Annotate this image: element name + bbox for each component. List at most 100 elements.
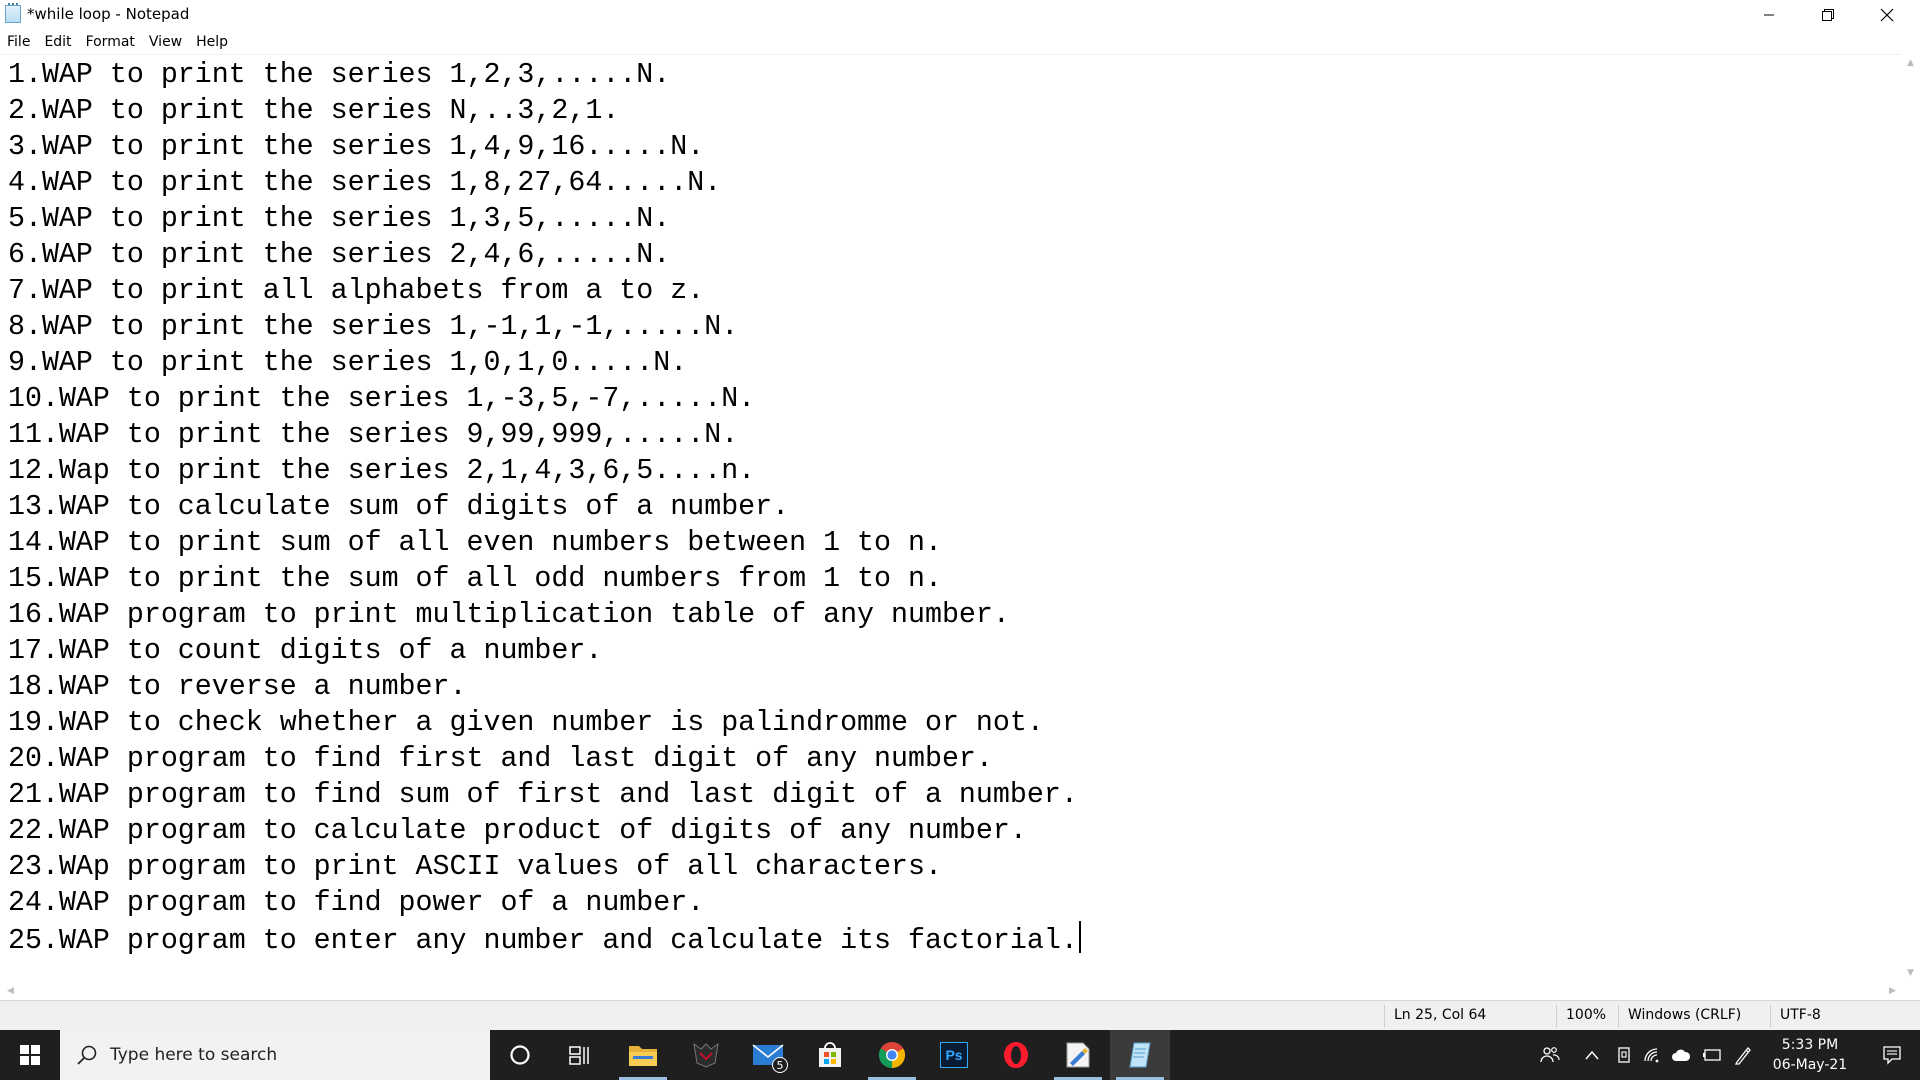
editor-line: 8.WAP to print the series 1,-1,1,-1,....… bbox=[8, 311, 739, 343]
opera-button[interactable] bbox=[986, 1030, 1046, 1080]
editor-line: 21.WAP program to find sum of first and … bbox=[8, 779, 1078, 811]
status-divider bbox=[1384, 1005, 1385, 1027]
status-bar: Ln 25, Col 64 100% Windows (CRLF) UTF-8 bbox=[0, 1000, 1920, 1030]
task-view-icon bbox=[569, 1046, 589, 1065]
editor-line-text: 25.WAP program to enter any number and c… bbox=[8, 925, 1078, 957]
microsoft-store-button[interactable] bbox=[800, 1030, 860, 1080]
editor-line: 3.WAP to print the series 1,4,9,16.....N… bbox=[8, 131, 705, 163]
horizontal-scrollbar[interactable]: ◀ ▶ bbox=[0, 981, 1901, 1000]
restore-icon bbox=[1822, 9, 1834, 21]
taskbar-clock[interactable]: 5:33 PM 06-May-21 bbox=[1760, 1030, 1860, 1080]
taskbar-search-box[interactable]: Type here to search bbox=[60, 1030, 490, 1080]
editor-line: 7.WAP to print all alphabets from a to z… bbox=[8, 275, 705, 307]
notification-icon bbox=[1883, 1046, 1901, 1065]
editor-line: 20.WAP program to find first and last di… bbox=[8, 743, 993, 775]
restore-button[interactable] bbox=[1799, 0, 1857, 30]
show-hidden-icons-button[interactable] bbox=[1580, 1030, 1604, 1080]
chrome-icon bbox=[878, 1042, 906, 1069]
status-position: Ln 25, Col 64 bbox=[1394, 1007, 1487, 1023]
menu-view[interactable]: View bbox=[142, 30, 189, 54]
editor-line: 1.WAP to print the series 1,2,3,.....N. bbox=[8, 59, 671, 91]
paint-icon bbox=[1066, 1042, 1090, 1068]
clock-date: 06-May-21 bbox=[1772, 1057, 1848, 1073]
scroll-down-icon[interactable]: ▼ bbox=[1901, 964, 1920, 981]
photoshop-icon: Ps bbox=[940, 1042, 968, 1068]
mail-button[interactable]: 5 bbox=[738, 1030, 798, 1080]
acer-predator-icon bbox=[693, 1042, 719, 1068]
close-icon bbox=[1880, 8, 1894, 22]
notepad-icon bbox=[5, 3, 21, 23]
editor-line: 17.WAP to count digits of a number. bbox=[8, 635, 603, 667]
menu-edit[interactable]: Edit bbox=[37, 30, 78, 54]
status-divider bbox=[1770, 1005, 1771, 1027]
paint-button[interactable] bbox=[1048, 1030, 1108, 1080]
editor-line: 16.WAP program to print multiplication t… bbox=[8, 599, 1010, 631]
vertical-scrollbar[interactable]: ▲ ▼ bbox=[1901, 54, 1920, 981]
minimize-button[interactable] bbox=[1740, 0, 1798, 30]
text-editor[interactable]: 1.WAP to print the series 1,2,3,.....N. … bbox=[0, 54, 1901, 982]
pen-workspace-button[interactable] bbox=[1730, 1030, 1756, 1080]
cortana-icon bbox=[510, 1045, 530, 1065]
clock-time: 5:33 PM bbox=[1781, 1037, 1839, 1053]
pen-icon bbox=[1734, 1047, 1751, 1065]
scroll-right-icon[interactable]: ▶ bbox=[1884, 981, 1901, 1000]
editor-line: 19.WAP to check whether a given number i… bbox=[8, 707, 1044, 739]
search-placeholder: Type here to search bbox=[110, 1045, 278, 1065]
editor-line: 6.WAP to print the series 2,4,6,.....N. bbox=[8, 239, 671, 271]
search-icon bbox=[76, 1044, 98, 1066]
notepad-taskbar-button[interactable] bbox=[1110, 1030, 1170, 1080]
scroll-up-icon[interactable]: ▲ bbox=[1901, 54, 1920, 71]
chrome-button[interactable] bbox=[862, 1030, 922, 1080]
file-explorer-icon bbox=[629, 1046, 657, 1066]
editor-line: 5.WAP to print the series 1,3,5,.....N. bbox=[8, 203, 671, 235]
people-icon bbox=[1540, 1047, 1560, 1063]
action-center-button[interactable] bbox=[1864, 1030, 1920, 1080]
editor-content[interactable]: 1.WAP to print the series 1,2,3,.....N. … bbox=[8, 57, 1081, 957]
close-button[interactable] bbox=[1858, 0, 1916, 30]
window-title: *while loop - Notepad bbox=[27, 5, 190, 23]
battery-status-button[interactable] bbox=[1612, 1030, 1636, 1080]
editor-line: 10.WAP to print the series 1,-3,5,-7,...… bbox=[8, 383, 756, 415]
network-button[interactable] bbox=[1640, 1030, 1664, 1080]
text-caret bbox=[1078, 921, 1081, 953]
menu-help[interactable]: Help bbox=[189, 30, 235, 54]
editor-line: 23.WAp program to print ASCII values of … bbox=[8, 851, 942, 883]
scroll-left-icon[interactable]: ◀ bbox=[2, 981, 19, 1000]
photoshop-button[interactable]: Ps bbox=[924, 1030, 984, 1080]
cortana-button[interactable] bbox=[490, 1030, 550, 1080]
microsoft-store-icon bbox=[819, 1042, 841, 1067]
menu-bar: File Edit Format View Help bbox=[0, 30, 1920, 54]
photoshop-icon-label: Ps bbox=[945, 1047, 963, 1063]
scroll-corner bbox=[1901, 981, 1920, 1000]
acer-predator-button[interactable] bbox=[676, 1030, 736, 1080]
menu-file[interactable]: File bbox=[0, 30, 37, 54]
editor-line: 11.WAP to print the series 9,99,999,....… bbox=[8, 419, 739, 451]
editor-line: 22.WAP program to calculate product of d… bbox=[8, 815, 1027, 847]
start-button[interactable] bbox=[0, 1030, 60, 1080]
task-view-button[interactable] bbox=[550, 1030, 610, 1080]
people-button[interactable] bbox=[1534, 1030, 1566, 1080]
taskbar: Type here to search 5 Ps 5:33 PM 06-May-… bbox=[0, 1030, 1920, 1080]
status-divider bbox=[1618, 1005, 1619, 1027]
onedrive-button[interactable] bbox=[1668, 1030, 1694, 1080]
opera-icon bbox=[1004, 1042, 1028, 1068]
editor-line: 13.WAP to calculate sum of digits of a n… bbox=[8, 491, 790, 523]
chevron-up-icon bbox=[1585, 1050, 1599, 1060]
editor-line: 9.WAP to print the series 1,0,1,0.....N. bbox=[8, 347, 688, 379]
status-line-ending: Windows (CRLF) bbox=[1628, 1007, 1742, 1023]
cloud-icon bbox=[1672, 1049, 1691, 1061]
editor-line: 4.WAP to print the series 1,8,27,64.....… bbox=[8, 167, 722, 199]
editor-line: 18.WAP to reverse a number. bbox=[8, 671, 467, 703]
device-icon bbox=[1618, 1047, 1630, 1063]
mail-badge: 5 bbox=[772, 1057, 788, 1073]
wifi-icon bbox=[1644, 1048, 1659, 1063]
menu-format[interactable]: Format bbox=[79, 30, 142, 54]
title-bar: *while loop - Notepad bbox=[0, 0, 1920, 30]
editor-line: 24.WAP program to find power of a number… bbox=[8, 887, 705, 919]
status-encoding: UTF-8 bbox=[1780, 1007, 1821, 1023]
battery-button[interactable] bbox=[1700, 1030, 1724, 1080]
battery-icon bbox=[1703, 1049, 1721, 1061]
windows-logo-icon bbox=[20, 1045, 40, 1065]
file-explorer-button[interactable] bbox=[613, 1030, 673, 1080]
editor-line: 2.WAP to print the series N,..3,2,1. bbox=[8, 95, 620, 127]
